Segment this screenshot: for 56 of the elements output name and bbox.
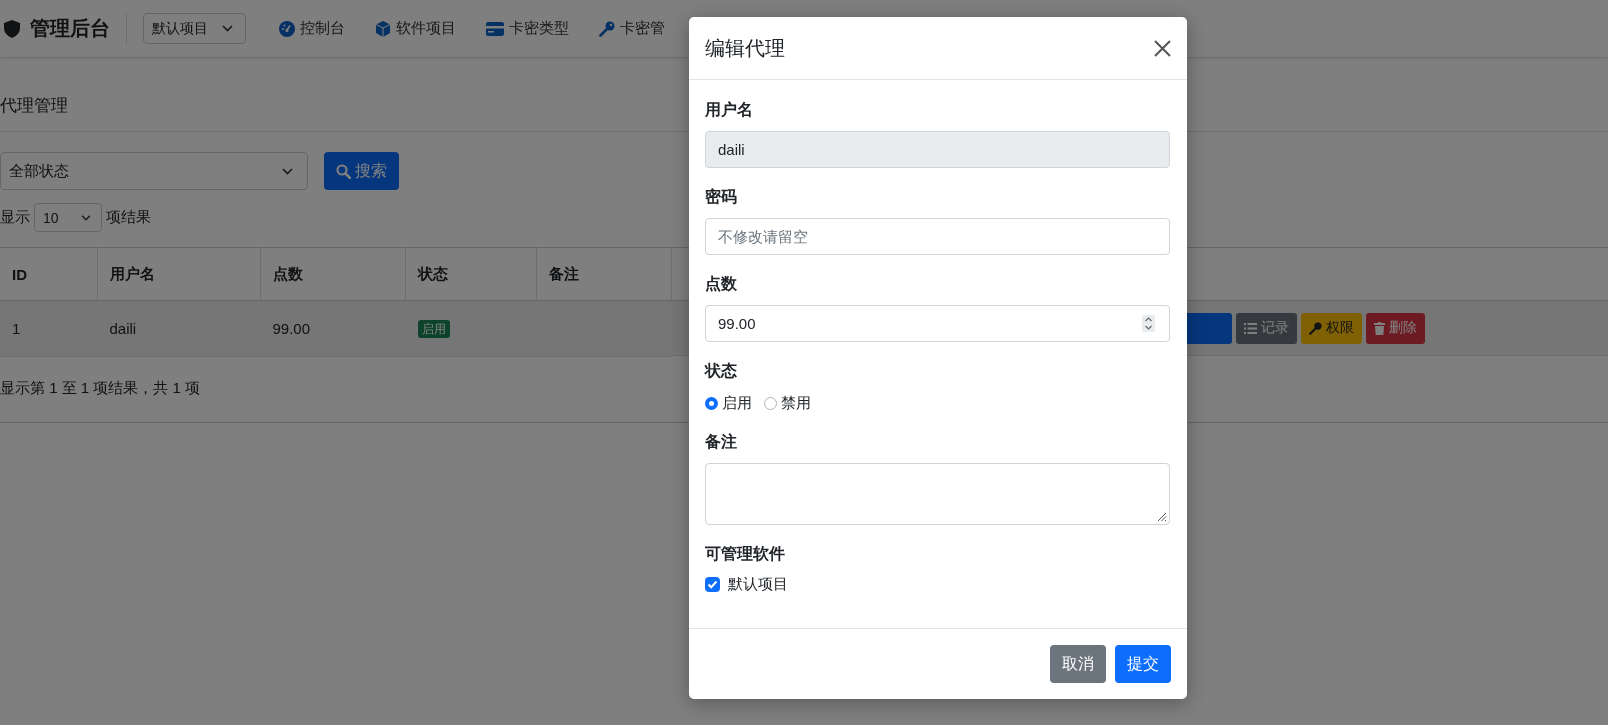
- log-button[interactable]: 记录: [1235, 312, 1297, 344]
- spinner-icon: [1142, 315, 1155, 332]
- field-label: 状态: [705, 361, 738, 381]
- table-cell: daili: [97, 300, 261, 356]
- field-label: 点数: [705, 274, 738, 294]
- chevron-down-icon: [282, 167, 293, 175]
- nav-link[interactable]: 卡密管: [584, 19, 680, 38]
- column-header[interactable]: 点数: [260, 247, 406, 301]
- column-header[interactable]: 用户名: [97, 247, 261, 301]
- remark-field[interactable]: [705, 463, 1170, 525]
- brand-title[interactable]: 管理后台: [30, 15, 110, 42]
- list-icon: [1243, 322, 1257, 334]
- field-label: 备注: [705, 432, 738, 452]
- points-field[interactable]: 99.00: [705, 305, 1170, 342]
- status-select[interactable]: 全部状态: [0, 152, 308, 190]
- username-field[interactable]: daili: [705, 131, 1170, 168]
- field-label: 可管理软件: [705, 544, 786, 564]
- search-button[interactable]: 搜索: [324, 152, 399, 190]
- status-radio[interactable]: 启用: [705, 394, 752, 413]
- field-label: 密码: [705, 187, 738, 207]
- close-icon[interactable]: [1154, 39, 1171, 57]
- search-icon: [336, 163, 351, 179]
- column-header[interactable]: 备注: [536, 247, 672, 301]
- table-info: 显示第 1 至 1 项结果，共 1 项: [0, 378, 201, 398]
- project-select[interactable]: 默认项目: [143, 13, 246, 44]
- perm-button[interactable]: 权限: [1300, 312, 1362, 344]
- cancel-button[interactable]: 取消: [1050, 645, 1106, 683]
- column-header[interactable]: ID: [0, 247, 98, 301]
- column-header[interactable]: 状态: [405, 247, 537, 301]
- resize-grip-icon: [1157, 512, 1167, 522]
- nav-link[interactable]: 控制台: [264, 19, 360, 38]
- shield-icon: [4, 19, 20, 38]
- chevron-down-icon: [222, 25, 233, 32]
- length-label: 项结果: [106, 208, 151, 227]
- dialog-title: 编辑代理: [705, 35, 785, 61]
- nav-link[interactable]: 卡密类型: [471, 19, 584, 38]
- delete-button[interactable]: 删除: [1365, 312, 1425, 344]
- credit-card-icon: [486, 21, 504, 36]
- field-label: 用户名: [705, 100, 754, 120]
- status-badge: 启用: [417, 319, 450, 338]
- gauge-icon: [279, 20, 295, 37]
- table-cell: 1: [0, 300, 98, 356]
- table-cell: 99.00: [260, 300, 406, 356]
- length-label: 显示: [0, 208, 30, 227]
- page-size-select[interactable]: 10: [34, 203, 102, 232]
- key-icon: [599, 20, 615, 37]
- project-checkbox[interactable]: 默认项目: [705, 575, 1171, 594]
- chevron-down-icon: [81, 214, 91, 221]
- key-icon: [1308, 321, 1322, 335]
- cube-icon: [375, 20, 391, 37]
- nav-link[interactable]: 软件项目: [360, 19, 471, 38]
- submit-button[interactable]: 提交: [1115, 645, 1171, 683]
- status-radio[interactable]: 禁用: [764, 394, 811, 413]
- page-title: 代理管理: [0, 95, 68, 117]
- trash-icon: [1373, 321, 1385, 335]
- password-field[interactable]: 不修改请留空: [705, 218, 1170, 255]
